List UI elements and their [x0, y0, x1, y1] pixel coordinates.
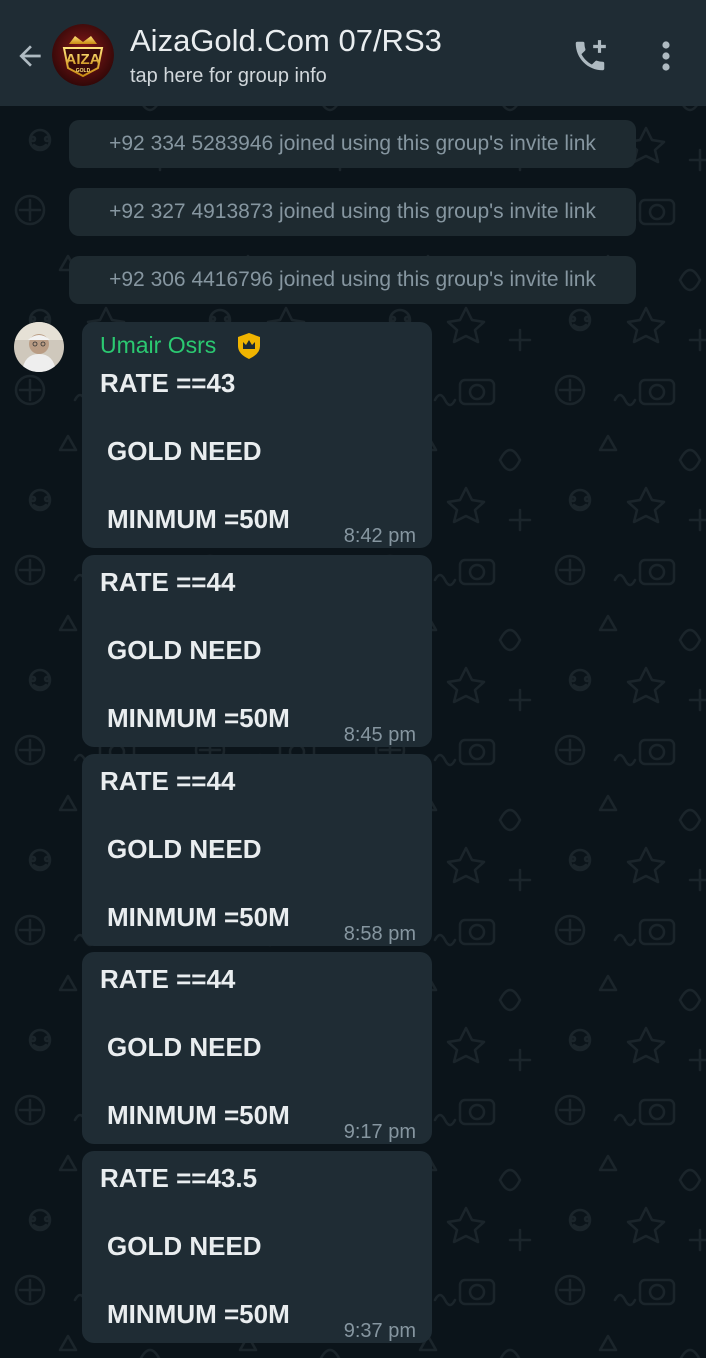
message-minimum: MINMUM =50M	[107, 902, 290, 932]
message-gold: GOLD NEED	[107, 436, 262, 466]
aiza-gold-logo: AIZA GOLD	[52, 24, 114, 86]
more-vertical-icon	[662, 41, 670, 71]
message-gold: GOLD NEED	[107, 1231, 262, 1261]
system-message: +92 306 4416796 joined using this group'…	[69, 256, 636, 304]
logo-text: AIZA	[66, 51, 101, 68]
message-minimum: MINMUM =50M	[107, 504, 290, 534]
message-bubble[interactable]: RATE ==44 GOLD NEED MINMUM =50M 9:17 pm	[82, 952, 432, 1144]
message-minimum: MINMUM =50M	[107, 1299, 290, 1329]
message-bubble[interactable]: RATE ==44 GOLD NEED MINMUM =50M 8:58 pm	[82, 754, 432, 946]
avatar-photo	[14, 322, 64, 372]
message-bubble[interactable]: RATE ==43.5 GOLD NEED MINMUM =50M 9:37 p…	[82, 1151, 432, 1343]
more-options-button[interactable]	[644, 32, 688, 80]
back-button[interactable]	[10, 34, 50, 78]
message-time: 8:58 pm	[343, 923, 416, 945]
message-rate: RATE ==43.5	[100, 1163, 258, 1193]
message-gold: GOLD NEED	[107, 834, 262, 864]
crown-shield-icon	[238, 333, 260, 359]
group-info-area[interactable]: AizaGold.Com 07/RS3 tap here for group i…	[130, 22, 550, 92]
chat-area[interactable]: +92 334 5283946 joined using this group'…	[0, 106, 706, 1358]
message-rate: RATE ==44	[100, 766, 236, 796]
message-minimum: MINMUM =50M	[107, 703, 290, 733]
message-time: 8:45 pm	[343, 724, 416, 746]
message-rate: RATE ==44	[100, 567, 236, 597]
message-rate: RATE ==43	[100, 368, 236, 398]
message-bubble[interactable]: Umair Osrs RATE ==43 GOLD NEED MINMUM =5…	[82, 322, 432, 548]
add-call-button[interactable]	[566, 32, 614, 80]
message-rate: RATE ==44	[100, 964, 236, 994]
system-message: +92 327 4913873 joined using this group'…	[69, 188, 636, 236]
add-call-icon	[575, 40, 606, 71]
sender-avatar[interactable]	[14, 322, 64, 372]
message-gold: GOLD NEED	[107, 635, 262, 665]
logo-subtext: GOLD	[76, 68, 91, 74]
message-time: 9:17 pm	[343, 1121, 416, 1143]
arrow-left-icon	[19, 45, 41, 67]
message-bubble[interactable]: RATE ==44 GOLD NEED MINMUM =50M 8:45 pm	[82, 555, 432, 747]
message-time: 9:37 pm	[343, 1320, 416, 1342]
chat-header: AIZA GOLD AizaGold.Com 07/RS3 tap here f…	[0, 0, 706, 106]
message-minimum: MINMUM =50M	[107, 1100, 290, 1130]
group-title: AizaGold.Com 07/RS3	[130, 23, 442, 58]
message-time: 8:42 pm	[343, 525, 416, 547]
sender-name[interactable]: Umair Osrs	[100, 332, 216, 359]
system-message: +92 334 5283946 joined using this group'…	[69, 120, 636, 168]
group-avatar[interactable]: AIZA GOLD	[52, 24, 114, 86]
group-subtitle: tap here for group info	[130, 65, 327, 87]
message-gold: GOLD NEED	[107, 1032, 262, 1062]
